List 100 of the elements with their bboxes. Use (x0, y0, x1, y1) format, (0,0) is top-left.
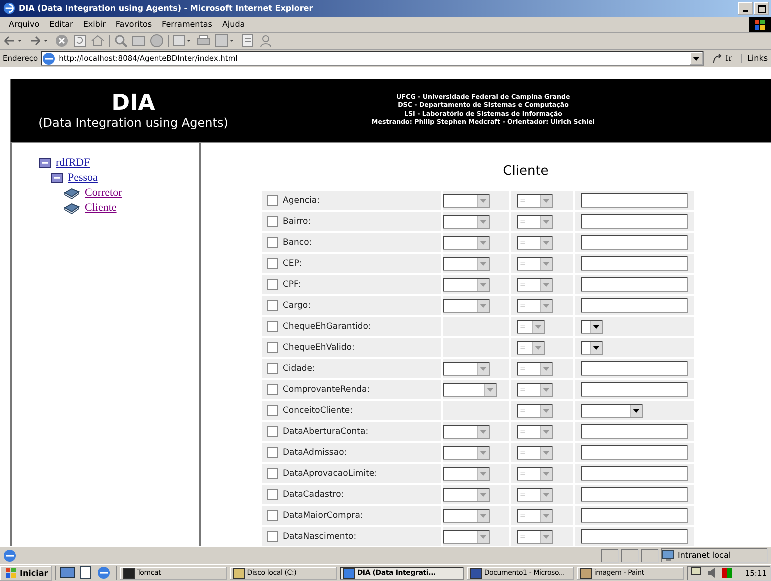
attribute-select[interactable] (443, 236, 490, 250)
caret-icon (535, 324, 542, 328)
field-label: ChequeEhGarantido: (283, 322, 372, 332)
browser-icon[interactable] (96, 566, 112, 580)
site-subtitle: (Data Integration using Agents) (38, 116, 230, 130)
document-icon[interactable] (241, 34, 255, 48)
collapse-icon[interactable] (51, 172, 63, 184)
checkbox[interactable] (267, 195, 278, 206)
attribute-select[interactable] (443, 508, 490, 522)
attribute-select[interactable] (443, 446, 490, 460)
notepad-icon[interactable] (78, 566, 94, 580)
arrow-icon (713, 54, 724, 64)
field-label: Agencia: (283, 196, 321, 206)
value-input[interactable] (581, 193, 688, 208)
tree-link[interactable]: Cliente (85, 202, 117, 214)
value-input[interactable] (581, 214, 688, 229)
links-button[interactable]: Links (741, 54, 768, 63)
value-input[interactable] (581, 466, 688, 481)
attribute-select[interactable] (443, 488, 490, 502)
security-zone: Intranet local (661, 548, 768, 563)
tree-link[interactable]: Pessoa (68, 172, 98, 184)
menu-item[interactable]: Ferramentas (157, 20, 218, 29)
attribute-select[interactable] (443, 298, 490, 312)
search-icon[interactable] (114, 34, 128, 48)
caret-icon (480, 262, 487, 266)
menu-item[interactable]: Exibir (78, 20, 111, 29)
value-input[interactable] (581, 508, 688, 523)
checkbox[interactable] (267, 489, 278, 500)
dropdown-button[interactable] (690, 52, 704, 65)
field-label: DataAberturaConta: (283, 426, 370, 436)
app-icon (580, 568, 592, 578)
printer-icon[interactable] (197, 34, 211, 48)
value-input[interactable] (581, 424, 688, 439)
checkbox[interactable] (267, 531, 278, 542)
desktop-icon[interactable] (60, 566, 76, 580)
attribute-select[interactable] (443, 362, 490, 376)
collapse-icon[interactable] (39, 156, 51, 168)
checkbox[interactable] (267, 468, 278, 479)
windows-logo-icon (4, 567, 18, 579)
checkbox[interactable] (267, 363, 278, 374)
attribute-select[interactable] (443, 278, 490, 292)
refresh-icon[interactable] (73, 34, 87, 48)
checkbox[interactable] (267, 300, 278, 311)
caret-icon (480, 366, 487, 370)
forward-icon[interactable] (29, 34, 51, 48)
checkbox[interactable] (267, 426, 278, 437)
attribute-select[interactable] (443, 256, 490, 270)
value-input[interactable] (581, 445, 688, 460)
value-input[interactable] (581, 529, 688, 544)
field-label: Banco: (283, 238, 314, 248)
checkbox[interactable] (267, 237, 278, 248)
value-select[interactable] (581, 404, 643, 418)
tree-link[interactable]: Corretor (85, 186, 122, 198)
value-select[interactable] (581, 340, 603, 354)
caret-icon (543, 240, 550, 244)
menu-item[interactable]: Editar (44, 20, 78, 29)
checkbox[interactable] (267, 405, 278, 416)
menu-item[interactable]: Favoritos (110, 20, 158, 29)
attribute-select[interactable] (443, 214, 490, 228)
caret-icon (543, 450, 550, 454)
checkbox[interactable] (267, 342, 278, 353)
caret-icon (693, 56, 700, 60)
checkbox[interactable] (267, 321, 278, 332)
value-select[interactable] (581, 320, 603, 334)
value-input[interactable] (581, 298, 688, 313)
caret-icon (633, 408, 640, 412)
value-input[interactable] (581, 277, 688, 292)
attribute-select[interactable] (443, 194, 490, 208)
page-icon (42, 52, 56, 66)
attribute-select[interactable] (443, 466, 490, 480)
menu-item[interactable]: Ajuda (217, 20, 250, 29)
value-input[interactable] (581, 361, 688, 376)
value-input[interactable] (581, 382, 688, 397)
attribute-select[interactable] (443, 530, 490, 544)
stop-icon[interactable] (55, 34, 69, 48)
page-icon (3, 548, 17, 562)
field-label: Bairro: (283, 216, 312, 226)
checkbox[interactable] (267, 279, 278, 290)
checkbox[interactable] (267, 447, 278, 458)
value-input[interactable] (581, 487, 688, 502)
menu-item[interactable]: Arquivo (4, 20, 45, 29)
checkbox[interactable] (267, 258, 278, 269)
value-input[interactable] (581, 235, 688, 250)
minimize-button[interactable] (738, 2, 753, 15)
attribute-select[interactable] (443, 424, 490, 438)
start-button[interactable]: Iniciar (0, 566, 52, 580)
caret-icon (543, 430, 550, 434)
caret-icon (487, 388, 494, 392)
checkbox[interactable] (267, 216, 278, 227)
restore-icon (758, 4, 766, 12)
value-input[interactable] (581, 256, 688, 271)
attribute-select[interactable] (443, 382, 497, 396)
form-title: Cliente (502, 163, 550, 181)
back-icon[interactable] (3, 34, 25, 48)
go-button[interactable]: Ir (707, 54, 738, 64)
checkbox[interactable] (267, 384, 278, 395)
checkbox[interactable] (267, 510, 278, 521)
maximize-button[interactable] (754, 2, 769, 15)
caret-icon (480, 240, 487, 244)
tree-link[interactable]: rdfRDF (56, 156, 90, 168)
